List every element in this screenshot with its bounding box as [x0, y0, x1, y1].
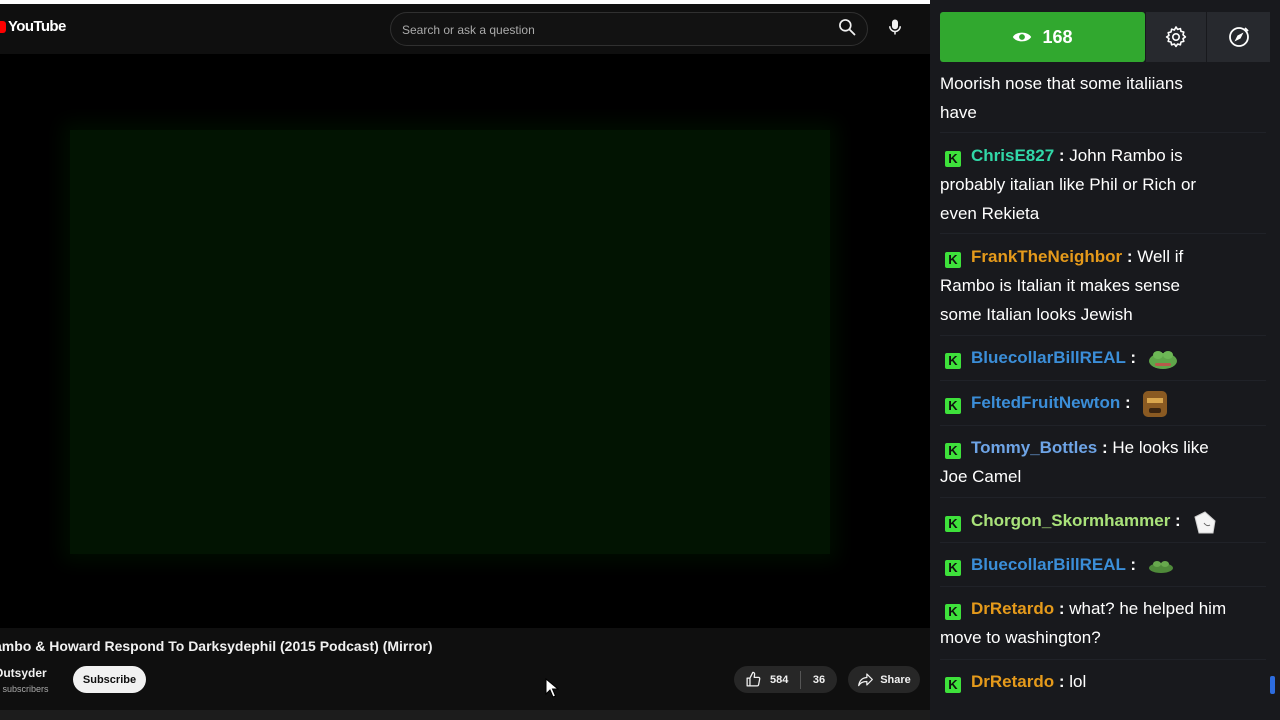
share-icon — [858, 673, 874, 687]
viewer-count: 168 — [1042, 26, 1073, 47]
dislike-button[interactable]: 36 — [801, 666, 837, 693]
message-divider — [940, 659, 1266, 660]
kick-badge-icon: K — [945, 676, 961, 693]
chat-username[interactable]: Tommy_Bottles — [971, 438, 1097, 457]
chat-username[interactable]: BluecollarBillREAL — [971, 348, 1126, 367]
kick-badge-icon: K — [945, 515, 961, 532]
message-text: probably italian like Phil or Rich or — [940, 175, 1197, 194]
chat-username[interactable]: BluecollarBillREAL — [971, 555, 1126, 574]
message-text: Rambo is Italian it makes sense — [940, 276, 1180, 295]
viewer-count-bar[interactable]: 168 — [940, 12, 1145, 62]
message-text: Moorish nose that some italiians — [940, 74, 1183, 93]
message-text: some Italian looks Jewish — [940, 305, 1133, 324]
youtube-pane: YouTube ambo & Howard Respond To Darksyd… — [0, 0, 930, 720]
chat-message: K Chorgon_Skormhammer : — [940, 506, 1266, 535]
thumbs-up-icon — [746, 671, 761, 687]
eye-icon — [1013, 32, 1032, 42]
chat-settings-button[interactable] — [1146, 12, 1206, 62]
video-player[interactable] — [0, 54, 930, 628]
video-frame — [70, 130, 830, 554]
kick-badge-icon: K — [945, 150, 961, 167]
message-divider — [940, 425, 1266, 426]
chat-scrollbar[interactable] — [1270, 676, 1275, 694]
video-title: ambo & Howard Respond To Darksydephil (2… — [0, 638, 433, 654]
youtube-logo[interactable]: YouTube — [0, 18, 66, 35]
dislike-count: 36 — [812, 673, 826, 686]
youtube-header: YouTube — [0, 4, 930, 54]
share-label: Share — [880, 673, 911, 686]
chat-message: K FrankTheNeighbor : Well if Rambo is Ita… — [940, 242, 1266, 329]
mouse-cursor-icon — [545, 678, 559, 698]
message-divider — [940, 335, 1266, 336]
chat-message: K DrRetardo : lol — [940, 667, 1266, 696]
message-text: He looks like — [1112, 438, 1209, 457]
pepe-frog-emote — [1148, 350, 1177, 369]
search-box — [390, 12, 868, 46]
search-icon — [839, 19, 856, 36]
message-text: Well if — [1137, 247, 1184, 266]
kick-badge-icon: K — [945, 603, 961, 620]
youtube-logo-text: YouTube — [8, 18, 66, 35]
message-divider — [940, 586, 1266, 587]
youtube-play-icon — [0, 20, 6, 33]
search-input[interactable] — [402, 20, 802, 40]
message-divider — [940, 233, 1266, 234]
chat-username[interactable]: DrRetardo — [971, 672, 1054, 691]
message-text: even Rekieta — [940, 204, 1040, 223]
chat-username[interactable]: ChrisE827 — [971, 146, 1054, 165]
chat-message: K BluecollarBillREAL : — [940, 343, 1266, 372]
channel-subscriber-count: K subscribers — [0, 684, 49, 694]
message-text: lol — [1069, 672, 1087, 691]
bottom-strip — [0, 710, 930, 720]
like-count: 584 — [770, 673, 789, 686]
message-divider — [940, 542, 1266, 543]
kick-badge-icon: K — [945, 352, 961, 369]
face-emote — [1143, 390, 1168, 417]
kick-badge-icon: K — [945, 397, 961, 414]
chat-username[interactable]: FeltedFruitNewton — [971, 393, 1120, 412]
kick-badge-icon: K — [945, 442, 961, 459]
chat-username[interactable]: DrRetardo — [971, 599, 1054, 618]
message-text: John Rambo is — [1069, 146, 1183, 165]
chat-username[interactable]: Chorgon_Skormhammer — [971, 511, 1170, 530]
message-text: move to washington? — [940, 628, 1101, 647]
share-button[interactable]: Share — [848, 666, 920, 693]
message-text: what? he helped him — [1069, 599, 1227, 618]
like-dislike-group: 584 36 — [734, 666, 837, 693]
chat-message: K Tommy_Bottles : He looks like Joe Camel — [940, 433, 1266, 491]
chat-username[interactable]: FrankTheNeighbor — [971, 247, 1122, 266]
kick-badge-icon: K — [945, 251, 961, 268]
message-text: Joe Camel — [940, 467, 1022, 486]
gear-icon — [1165, 26, 1187, 48]
pepe-small-emote — [1148, 560, 1173, 573]
voice-search-button[interactable] — [879, 11, 911, 43]
chat-message: K ChrisE827 : John Rambo is probably ital… — [940, 141, 1266, 228]
channel-name[interactable]: Outsyder — [0, 666, 47, 680]
chat-message: Moorish nose that some italiians have — [940, 69, 1266, 127]
kick-badge-icon: K — [945, 559, 961, 576]
chat-message: K BluecollarBillREAL : — [940, 550, 1266, 579]
microphone-icon — [889, 19, 901, 35]
message-divider — [940, 380, 1266, 381]
subscribe-button[interactable]: Subscribe — [73, 666, 146, 693]
message-divider — [940, 132, 1266, 133]
search-button[interactable] — [832, 12, 862, 42]
chat-message: K FeltedFruitNewton : — [940, 388, 1266, 419]
chat-message: K DrRetardo : what? he helped him move to… — [940, 594, 1266, 652]
message-divider — [940, 497, 1266, 498]
like-button[interactable]: 584 — [734, 666, 800, 693]
compass-icon — [1228, 27, 1249, 47]
message-text: have — [940, 103, 977, 122]
chat-mode-button[interactable] — [1207, 12, 1270, 62]
hand-emote — [1194, 510, 1216, 534]
